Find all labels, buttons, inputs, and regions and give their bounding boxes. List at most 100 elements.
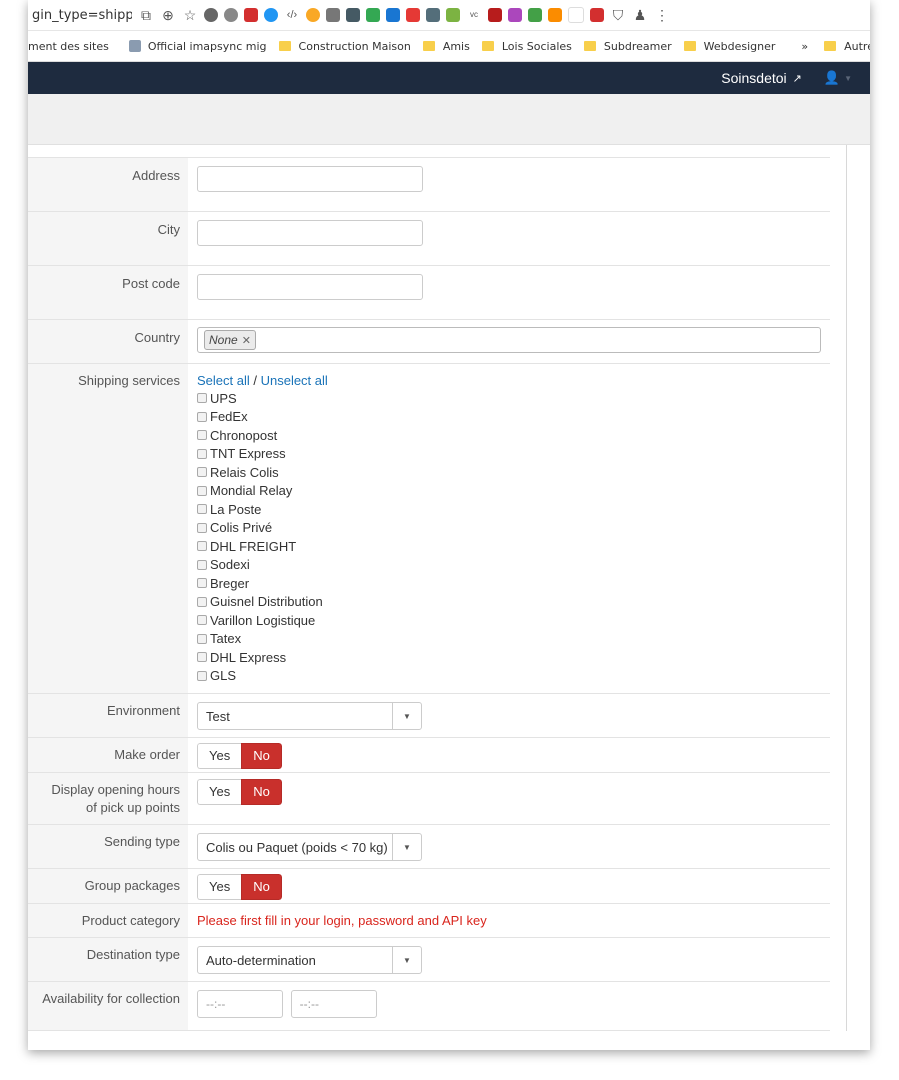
field-label: Group packages [28, 869, 188, 903]
shipping-service-checkbox[interactable] [197, 393, 207, 404]
group-packages-yes[interactable]: Yes [197, 874, 242, 900]
shipping-service-checkbox[interactable] [197, 467, 207, 478]
extension-8-icon[interactable] [590, 8, 604, 22]
drive-icon[interactable] [366, 8, 380, 22]
form-row-sending-type: Sending type Colis ou Paquet (poids < 70… [28, 824, 830, 868]
user-icon[interactable]: ♟ [632, 7, 648, 23]
shipping-service-checkbox[interactable] [197, 522, 207, 533]
lastpass-icon[interactable] [244, 8, 258, 22]
url-text[interactable]: gin_type=shipp... [32, 8, 132, 23]
extension-3-icon[interactable] [306, 8, 320, 22]
bookmark-folder[interactable]: Webdesigner [683, 40, 775, 53]
shipping-service-option[interactable]: Tatex [197, 630, 830, 649]
shipping-service-label: Sodexi [210, 557, 250, 573]
environment-select[interactable]: Test ▼ [197, 702, 422, 730]
opening-hours-no[interactable]: No [241, 779, 282, 805]
shipping-service-option[interactable]: FedEx [197, 408, 830, 427]
shipping-service-option[interactable]: UPS [197, 389, 830, 408]
shipping-service-option[interactable]: Sodexi [197, 556, 830, 575]
select-links: Select all / Unselect all [197, 373, 328, 388]
shipping-service-option[interactable]: Colis Privé [197, 519, 830, 538]
bookmark-folder[interactable]: Lois Sociales [481, 40, 572, 53]
bookmark-folder[interactable]: Subdreamer [583, 40, 672, 53]
cloud-icon[interactable] [264, 8, 278, 22]
shipping-service-checkbox[interactable] [197, 670, 207, 681]
form-row-destination-type: Destination type Auto-determination ▼ [28, 937, 830, 981]
external-link-icon: ↗ [792, 72, 802, 85]
unselect-all-link[interactable]: Unselect all [261, 373, 328, 388]
shipping-service-checkbox[interactable] [197, 411, 207, 422]
shipping-service-option[interactable]: TNT Express [197, 445, 830, 464]
postcode-input[interactable] [197, 274, 423, 300]
shipping-service-checkbox[interactable] [197, 559, 207, 570]
shop-link[interactable]: Soinsdetoi ↗ [721, 70, 802, 86]
shipping-service-checkbox[interactable] [197, 430, 207, 441]
shipping-service-option[interactable]: DHL FREIGHT [197, 537, 830, 556]
zoom-icon[interactable]: ⊕ [160, 7, 176, 23]
bookmark-folder[interactable]: Amis [422, 40, 470, 53]
address-bar[interactable]: gin_type=shipp... ⧉ ⊕ ☆ ‹/› vc ⛉ [28, 0, 870, 31]
country-multiselect[interactable]: None ✕ [197, 327, 821, 353]
shipping-service-option[interactable]: DHL Express [197, 648, 830, 667]
shipping-service-label: TNT Express [210, 446, 286, 462]
shipping-service-checkbox[interactable] [197, 578, 207, 589]
shipping-service-option[interactable]: Relais Colis [197, 463, 830, 482]
joomla-2-icon[interactable] [548, 8, 562, 22]
extension-4-icon[interactable] [386, 8, 400, 22]
close-icon[interactable]: ✕ [242, 334, 251, 347]
user-menu-icon[interactable]: 👤 [824, 70, 840, 86]
shipping-service-option[interactable]: Guisnel Distribution [197, 593, 830, 612]
translate-icon[interactable]: ⧉ [138, 7, 154, 23]
eyedropper-icon[interactable] [326, 8, 340, 22]
shipping-service-option[interactable]: Varillon Logistique [197, 611, 830, 630]
pocket-icon[interactable] [346, 8, 360, 22]
shipping-service-checkbox[interactable] [197, 652, 207, 663]
extension-7-icon[interactable] [528, 8, 542, 22]
opening-hours-yes[interactable]: Yes [197, 779, 242, 805]
extension-6-icon[interactable] [508, 8, 522, 22]
bookmark-site[interactable]: ment des sites [28, 40, 109, 53]
availability-from-input[interactable]: --:-- [197, 990, 283, 1018]
make-order-yes[interactable]: Yes [197, 743, 242, 769]
city-input[interactable] [197, 220, 423, 246]
shipping-service-option[interactable]: La Poste [197, 500, 830, 519]
availability-to-input[interactable]: --:-- [290, 990, 377, 1018]
other-bookmarks-folder[interactable]: Autres favoris [824, 40, 870, 53]
menu-icon[interactable]: ⋮ [654, 7, 670, 23]
sending-type-select[interactable]: Colis ou Paquet (poids < 70 kg) ▼ [197, 833, 422, 861]
shipping-service-option[interactable]: Chronopost [197, 426, 830, 445]
error-message: Please first fill in your login, passwor… [197, 913, 487, 928]
star-icon[interactable]: ☆ [182, 7, 198, 23]
shipping-service-checkbox[interactable] [197, 448, 207, 459]
shipping-service-option[interactable]: Breger [197, 574, 830, 593]
destination-type-select[interactable]: Auto-determination ▼ [197, 946, 422, 974]
form-row-country: Country None ✕ [28, 319, 830, 363]
joomla-icon[interactable] [446, 8, 460, 22]
group-packages-no[interactable]: No [241, 874, 282, 900]
blank-icon[interactable] [568, 7, 584, 23]
extension-1-icon[interactable] [204, 8, 218, 22]
address-input[interactable] [197, 166, 423, 192]
shipping-service-checkbox[interactable] [197, 485, 207, 496]
select-all-link[interactable]: Select all [197, 373, 250, 388]
shipping-service-checkbox[interactable] [197, 541, 207, 552]
extension-2-icon[interactable] [224, 8, 238, 22]
shipping-service-checkbox[interactable] [197, 633, 207, 644]
shipping-service-option[interactable]: Mondial Relay [197, 482, 830, 501]
code-icon[interactable]: ‹/› [284, 7, 300, 23]
acrobat-icon[interactable] [488, 8, 502, 22]
flag-icon[interactable] [406, 8, 420, 22]
shipping-service-option[interactable]: GLS [197, 667, 830, 686]
form-row-product-category: Product category Please first fill in yo… [28, 903, 830, 937]
extension-5-icon[interactable] [426, 8, 440, 22]
bookmark-folder[interactable]: Construction Maison [278, 40, 411, 53]
more-bookmarks-button[interactable]: » [801, 40, 808, 53]
bookmark-icon[interactable]: ⛉ [610, 7, 626, 23]
chevron-down-icon[interactable]: ▼ [844, 74, 852, 83]
shipping-service-checkbox[interactable] [197, 504, 207, 515]
shipping-service-checkbox[interactable] [197, 615, 207, 626]
bookmark-site[interactable]: Official imapsync mig [121, 40, 267, 53]
vc-icon[interactable]: vc [466, 7, 482, 23]
shipping-service-checkbox[interactable] [197, 596, 207, 607]
make-order-no[interactable]: No [241, 743, 282, 769]
